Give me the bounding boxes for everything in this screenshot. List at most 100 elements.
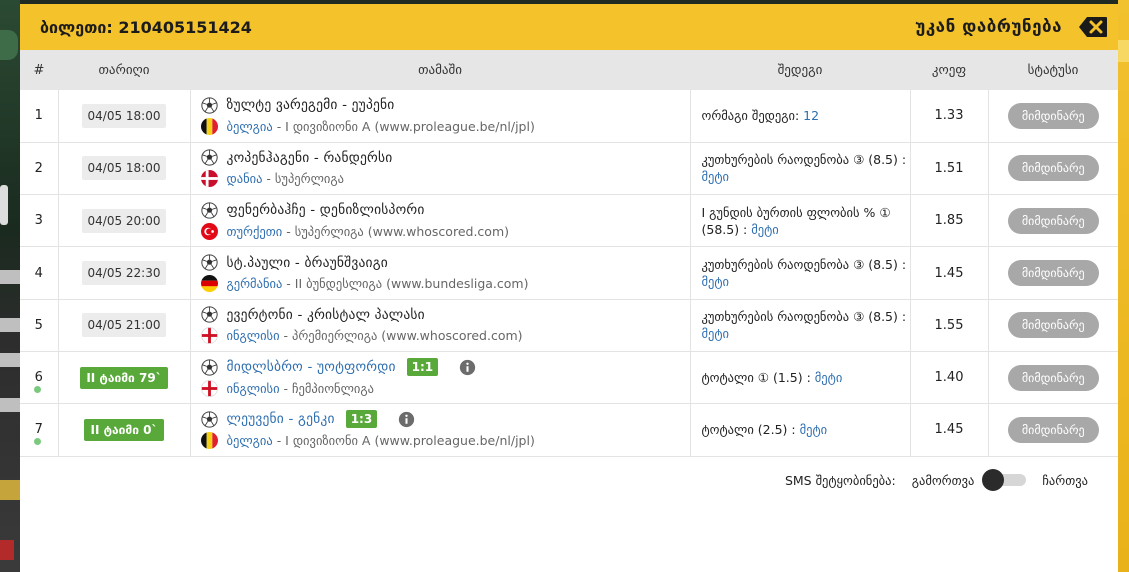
league-name: - სუპერლიგა bbox=[262, 171, 344, 187]
close-icon[interactable] bbox=[1078, 16, 1108, 38]
result-cell: კუთხურების რაოდენობა ③ (8.5) : მეტი bbox=[690, 299, 911, 352]
match-teams: სტ.პაული - ბრაუნშვაიგი bbox=[226, 254, 388, 271]
bet-pick: მეტი bbox=[701, 274, 730, 290]
status-badge[interactable]: მიმდინარე bbox=[1007, 102, 1099, 129]
status-badge[interactable]: მიმდინარე bbox=[1007, 364, 1099, 391]
sms-label: SMS შეტყობინება: bbox=[784, 472, 896, 488]
row-number-cell: 6 bbox=[20, 351, 59, 405]
table-row: 1 04/05 18:00 ზულტე ვარეგემი - ეუპენი ბელგი… bbox=[20, 90, 1118, 143]
table-row: 3 04/05 20:00 ფენერბაჰჩე - დენიზლისპორი თურ… bbox=[20, 194, 1118, 248]
country-name: თურქეთი bbox=[226, 223, 283, 239]
row-number-cell: 5 bbox=[20, 299, 59, 352]
bet-market: ტოტალი ① (1.5) : bbox=[701, 370, 815, 386]
back-label: უკან დაბრუნება bbox=[915, 17, 1062, 37]
football-icon bbox=[200, 149, 218, 167]
match-teams: კოპენჰაგენი - რანდერსი bbox=[226, 149, 393, 166]
table-row: 4 04/05 22:30 სტ.პაული - ბრაუნშვაიგი გერმან… bbox=[20, 246, 1118, 300]
date-badge: 04/05 18:00 bbox=[81, 103, 167, 128]
col-header-num: # bbox=[20, 50, 58, 90]
odds-cell: 1.45 bbox=[910, 246, 989, 300]
result-cell: კუთხურების რაოდენობა ③ (8.5) : მეტი bbox=[690, 246, 911, 300]
live-score-badge: 1:3 bbox=[345, 410, 378, 429]
row-number: 6 bbox=[34, 370, 43, 386]
league-info: გერმანია - II ბუნდესლიგა (www.bundesliga… bbox=[227, 276, 529, 291]
sms-toggle[interactable] bbox=[982, 469, 1028, 491]
table-row: 2 04/05 18:00 კოპენჰაგენი - რანდერსი დანია … bbox=[20, 142, 1118, 196]
info-icon[interactable] bbox=[398, 411, 415, 428]
match-teams[interactable]: მიდლსბრო - უოტფორდი bbox=[227, 359, 396, 375]
table-header-row: # თარიღი თამაში შედეგი კოეფ სტატუსი bbox=[20, 50, 1118, 90]
status-badge[interactable]: მიმდინარე bbox=[1007, 312, 1099, 339]
info-icon[interactable] bbox=[459, 359, 476, 376]
bet-pick: მეტი bbox=[701, 326, 730, 342]
date-badge: 04/05 21:00 bbox=[81, 313, 167, 338]
game-cell: ლეუვენი - გენკი 1:3 ბელგია - I დივიზიონი A… bbox=[190, 403, 691, 457]
row-number: 7 bbox=[34, 422, 43, 438]
modal-header: ბილეთი: 210405151424 უკან დაბრუნება bbox=[20, 4, 1118, 50]
game-cell: სტ.პაული - ბრაუნშვაიგი გერმანია - II ბუნდ… bbox=[190, 246, 691, 300]
date-cell: 04/05 21:00 bbox=[58, 299, 191, 352]
live-indicator-icon bbox=[34, 385, 41, 393]
belgium-flag-icon bbox=[200, 431, 218, 449]
status-cell: მიმდინარე bbox=[988, 403, 1118, 457]
status-cell: მიმდინარე bbox=[988, 246, 1118, 300]
odds-cell: 1.33 bbox=[910, 90, 989, 143]
odds-cell: 1.40 bbox=[910, 351, 989, 405]
back-button[interactable]: უკან დაბრუნება bbox=[915, 16, 1108, 38]
sms-notification-row: SMS შეტყობინება: გამორთვა ჩართვა bbox=[20, 466, 1118, 494]
belgium-flag-icon bbox=[200, 117, 218, 135]
ticket-modal: ბილეთი: 210405151424 უკან დაბრუნება # თა… bbox=[20, 4, 1118, 572]
bet-pick: მეტი bbox=[751, 221, 779, 237]
sms-off-label[interactable]: გამორთვა bbox=[912, 473, 975, 488]
status-cell: მიმდინარე bbox=[988, 90, 1118, 143]
bet-market: კუთხურების რაოდენობა ③ (8.5) : bbox=[701, 309, 907, 325]
date-cell: II ტაიმი 79` bbox=[58, 351, 191, 405]
odds-cell: 1.51 bbox=[910, 142, 989, 196]
date-badge: 04/05 22:30 bbox=[81, 261, 167, 286]
country-name: ბელგია bbox=[226, 432, 273, 448]
table-row: 6 II ტაიმი 79` მიდლსბრო - უოტფორდი 1:1 ინგლი… bbox=[20, 351, 1118, 405]
country-name: დანია bbox=[226, 171, 263, 187]
england-flag-icon bbox=[200, 327, 218, 345]
live-indicator-icon bbox=[34, 438, 41, 446]
league-info: ინგლისი - ჩემპიონლიგა bbox=[227, 381, 374, 396]
col-header-game: თამაში bbox=[190, 50, 690, 90]
row-number-cell: 1 bbox=[20, 90, 59, 143]
row-number: 2 bbox=[34, 160, 43, 176]
football-icon bbox=[200, 358, 218, 376]
game-cell: ზულტე ვარეგემი - ეუპენი ბელგია - I დივიზი… bbox=[190, 90, 691, 143]
denmark-flag-icon bbox=[200, 170, 218, 188]
match-teams[interactable]: ლეუვენი - გენკი bbox=[227, 411, 335, 427]
game-cell: ევერტონი - კრისტალ პალასი ინგლისი - პრემი… bbox=[190, 299, 691, 352]
league-name: - ჩემპიონლიგა bbox=[279, 380, 374, 396]
table-row: 5 04/05 21:00 ევერტონი - კრისტალ პალასი ინგ… bbox=[20, 299, 1118, 352]
football-icon bbox=[200, 306, 218, 323]
bet-pick: მეტი bbox=[701, 169, 730, 185]
bet-pick: მეტი bbox=[799, 422, 828, 438]
date-cell: 04/05 20:00 bbox=[58, 194, 191, 248]
league-name: - I დივიზიონი A (www.proleague.be/nl/jpl… bbox=[272, 432, 535, 448]
status-cell: მიმდინარე bbox=[988, 194, 1118, 248]
status-badge[interactable]: მიმდინარე bbox=[1007, 260, 1099, 287]
game-cell: კოპენჰაგენი - რანდერსი დანია - სუპერლიგა bbox=[190, 142, 691, 196]
country-name: ინგლისი bbox=[226, 328, 280, 344]
england-flag-icon bbox=[200, 379, 218, 397]
status-badge[interactable]: მიმდინარე bbox=[1007, 416, 1099, 443]
status-badge[interactable]: მიმდინარე bbox=[1007, 155, 1099, 182]
col-header-result: შედეგი bbox=[690, 50, 910, 90]
football-icon bbox=[200, 254, 218, 271]
league-info: ბელგია - I დივიზიონი A (www.proleague.be… bbox=[227, 433, 535, 448]
germany-flag-icon bbox=[200, 275, 218, 293]
result-cell: ორმაგი შედეგი: 12 bbox=[690, 90, 911, 143]
live-time-badge: II ტაიმი 0` bbox=[84, 418, 164, 441]
game-cell: ფენერბაჰჩე - დენიზლისპორი თურქეთი - სუპერ… bbox=[190, 194, 691, 248]
sms-on-label[interactable]: ჩართვა bbox=[1042, 473, 1088, 488]
bet-market: ორმაგი შედეგი: bbox=[701, 108, 804, 124]
odds-cell: 1.45 bbox=[910, 403, 989, 457]
result-cell: ტოტალი (2.5) : მეტი bbox=[690, 403, 911, 457]
league-info: ინგლისი - პრემიერლიგა (www.whoscored.com… bbox=[227, 328, 523, 343]
live-time-badge: II ტაიმი 79` bbox=[80, 366, 168, 389]
status-badge[interactable]: მიმდინარე bbox=[1007, 207, 1099, 234]
league-name: - პრემიერლიგა (www.whoscored.com) bbox=[279, 328, 523, 344]
status-cell: მიმდინარე bbox=[988, 351, 1118, 405]
